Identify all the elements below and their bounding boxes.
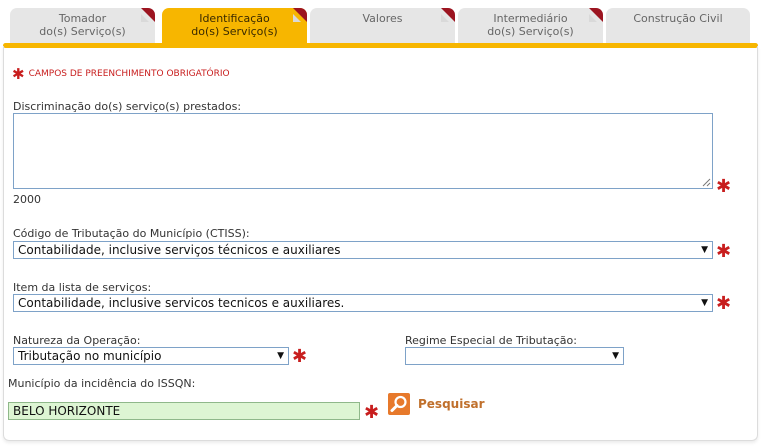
item-lista-selected-value: Contabilidade, inclusive servicos tecnic… <box>18 296 345 310</box>
tab-valores-line1: Valores <box>362 12 403 25</box>
search-button[interactable]: Pesquisar <box>388 393 484 415</box>
municipio-label: Município da incidência do ISSQN: <box>8 377 196 390</box>
tab-tomador[interactable]: Tomador do(s) Serviço(s) <box>10 8 155 44</box>
page-corner-icon <box>141 8 155 22</box>
tab-intermediario-line1: Intermediário <box>493 12 568 25</box>
natureza-select[interactable]: Tributação no município ▼ <box>13 347 289 365</box>
natureza-selected-value: Tributação no município <box>18 349 162 363</box>
tab-intermediario-line2: do(s) Serviço(s) <box>487 25 574 38</box>
discriminacao-label: Discriminação do(s) serviço(s) prestados… <box>13 100 242 113</box>
dropdown-arrow-icon: ▼ <box>612 351 619 361</box>
required-note: ✱ CAMPOS DE PREENCHIMENTO OBRIGATÓRIO <box>12 65 230 83</box>
tab-valores[interactable]: Valores <box>310 8 455 44</box>
item-lista-select[interactable]: Contabilidade, inclusive servicos tecnic… <box>13 294 713 312</box>
dropdown-arrow-icon: ▼ <box>701 245 708 255</box>
tab-tomador-line2: do(s) Serviço(s) <box>39 25 126 38</box>
required-asterisk-icon: ✱ <box>716 241 732 262</box>
search-button-label: Pesquisar <box>418 397 485 411</box>
tab-construcao-civil[interactable]: Construção Civil <box>606 8 750 44</box>
required-asterisk-icon: ✱ <box>716 176 732 197</box>
tab-identificacao[interactable]: Identificação do(s) Serviço(s) <box>162 8 307 44</box>
tab-identificacao-line2: do(s) Serviço(s) <box>191 25 278 38</box>
municipio-field[interactable]: BELO HORIZONTE <box>8 402 360 420</box>
municipio-value: BELO HORIZONTE <box>13 404 121 418</box>
ctiss-select[interactable]: Contabilidade, inclusive serviços técnic… <box>13 241 713 259</box>
natureza-label: Natureza da Operação: <box>13 334 141 347</box>
tab-construcao-civil-line1: Construção Civil <box>633 12 723 25</box>
required-note-text: CAMPOS DE PREENCHIMENTO OBRIGATÓRIO <box>28 69 230 79</box>
item-lista-label: Item da lista de serviços: <box>13 281 152 294</box>
tab-intermediario[interactable]: Intermediário do(s) Serviço(s) <box>458 8 603 44</box>
magnifier-icon <box>388 393 410 415</box>
page-corner-icon <box>589 8 603 22</box>
dropdown-arrow-icon: ▼ <box>701 298 708 308</box>
required-asterisk-icon: ✱ <box>12 65 25 83</box>
discriminacao-counter: 2000 <box>13 193 41 206</box>
required-asterisk-icon: ✱ <box>716 293 732 314</box>
discriminacao-textarea[interactable] <box>13 113 713 189</box>
ctiss-selected-value: Contabilidade, inclusive serviços técnic… <box>18 243 341 257</box>
required-asterisk-icon: ✱ <box>364 402 380 423</box>
page-corner-icon <box>441 8 455 22</box>
tab-bar: Tomador do(s) Serviço(s) Identificação d… <box>10 8 754 44</box>
regime-label: Regime Especial de Tributação: <box>405 334 577 347</box>
regime-select[interactable]: ▼ <box>405 347 624 365</box>
page-corner-icon <box>293 8 307 22</box>
ctiss-label: Código de Tributação do Município (CTISS… <box>13 227 250 240</box>
required-asterisk-icon: ✱ <box>292 346 308 367</box>
tab-identificacao-line1: Identificação <box>199 12 270 25</box>
tab-tomador-line1: Tomador <box>58 12 107 25</box>
dropdown-arrow-icon: ▼ <box>277 351 284 361</box>
